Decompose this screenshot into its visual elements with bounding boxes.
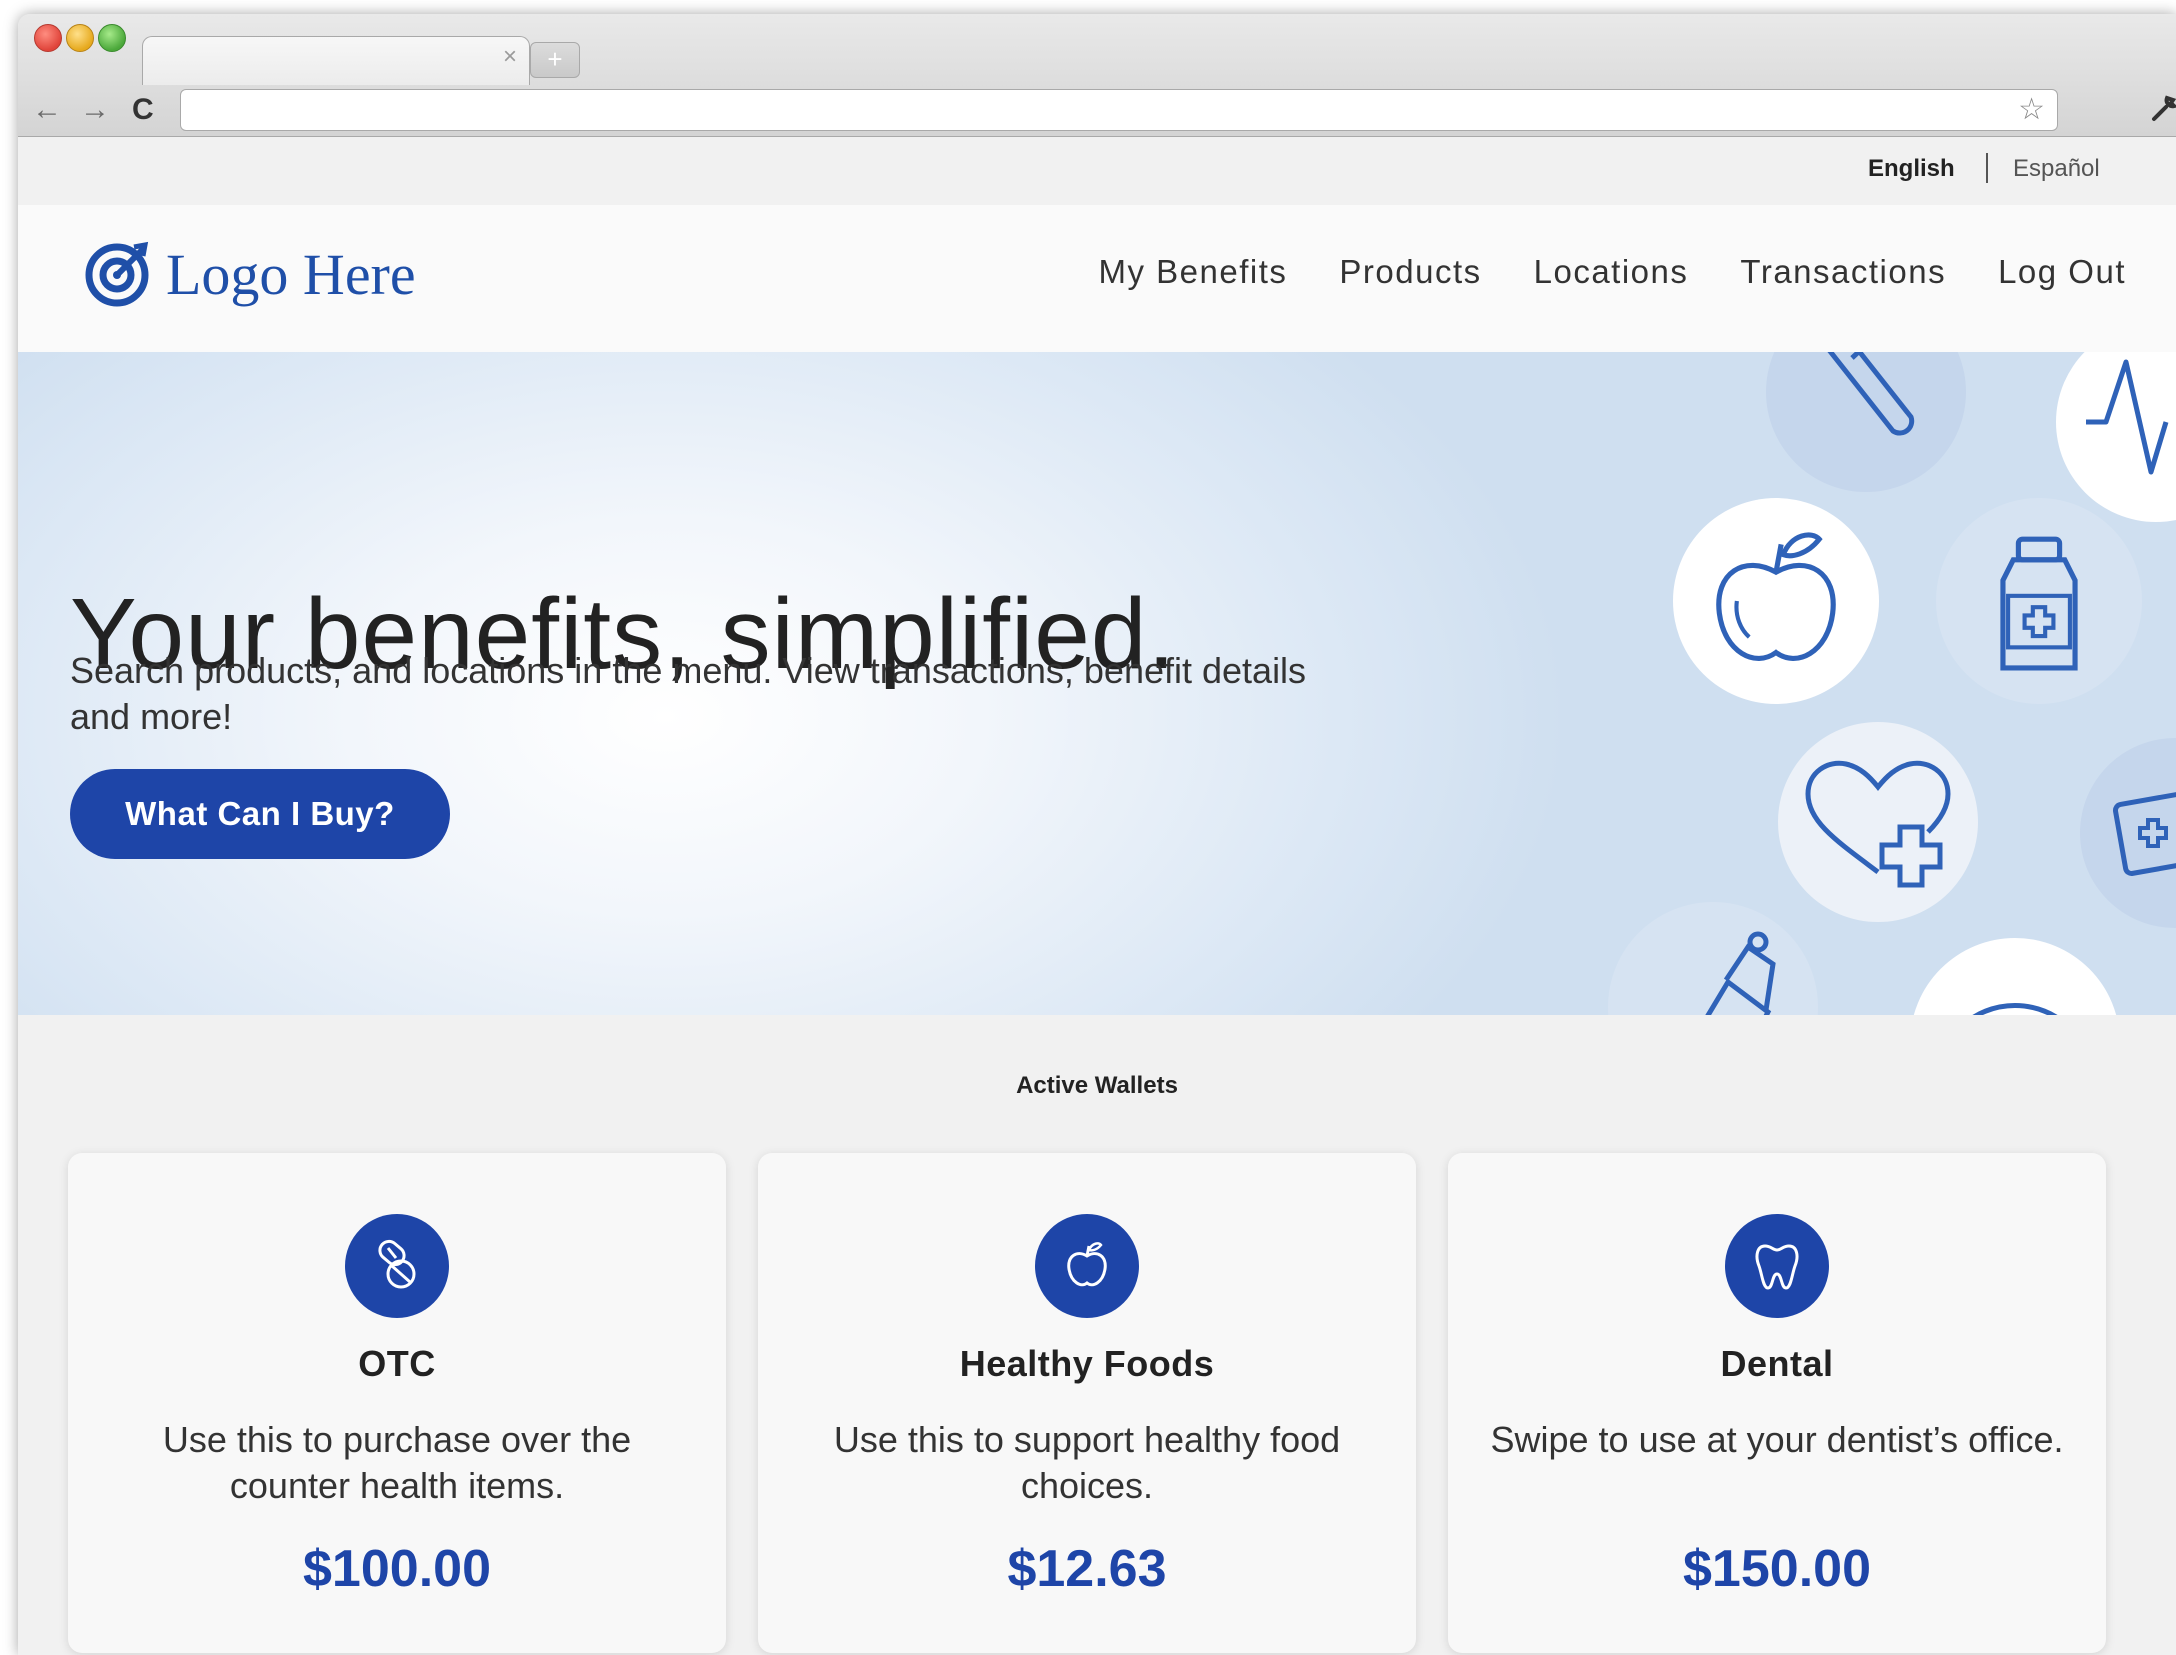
- wallet-icon-circle: [1725, 1214, 1829, 1318]
- wallet-card-dental[interactable]: Dental Swipe to use at your dentist’s of…: [1448, 1153, 2106, 1653]
- target-logo-icon: [85, 241, 149, 307]
- language-english-link[interactable]: English: [1868, 155, 1955, 183]
- web-page: English Español Logo Here My Benefits Pr…: [18, 137, 2176, 1655]
- medical-card-bubble: [2080, 738, 2176, 928]
- apple-icon: [1716, 532, 1836, 661]
- logo-text: Logo Here: [166, 241, 416, 307]
- wallet-card-otc[interactable]: OTC Use this to purchase over the counte…: [68, 1153, 726, 1653]
- thermometer-icon: [1827, 352, 1915, 436]
- hero-subtitle: Search products, and locations in the me…: [70, 650, 1307, 737]
- pills-icon: [378, 1239, 416, 1289]
- address-bar[interactable]: ☆: [180, 89, 2058, 131]
- eye-icon: [1972, 1003, 2058, 1015]
- wallet-name: Healthy Foods: [959, 1343, 1215, 1384]
- reload-icon[interactable]: C: [132, 92, 154, 128]
- nav-locations[interactable]: Locations: [1534, 253, 1689, 291]
- site-logo[interactable]: Logo Here: [82, 239, 416, 309]
- nav-log-out[interactable]: Log Out: [1998, 253, 2126, 291]
- baby-bottle-bubble: [1608, 902, 1818, 1015]
- medicine-bottle-bubble: [1936, 498, 2142, 704]
- nav-transactions[interactable]: Transactions: [1740, 253, 1946, 291]
- wallet-description: Use this to purchase over the counter he…: [162, 1419, 632, 1506]
- browser-tab[interactable]: ×: [142, 36, 530, 85]
- heartbeat-bubble: [2056, 352, 2176, 522]
- wrench-icon[interactable]: [2148, 92, 2176, 132]
- medical-card-icon: [2112, 790, 2176, 876]
- active-wallets-heading: Active Wallets: [1016, 1072, 1178, 1099]
- apple-bubble: [1673, 498, 1879, 704]
- language-divider: [1986, 153, 1988, 183]
- wallet-balance: $12.63: [1007, 1540, 1167, 1598]
- wallet-card-healthy-foods[interactable]: Healthy Foods Use this to support health…: [758, 1153, 1416, 1653]
- forward-arrow-icon[interactable]: →: [80, 92, 110, 128]
- language-spanish-link[interactable]: Español: [2013, 155, 2100, 183]
- wallet-icon-circle: [1035, 1214, 1139, 1318]
- heart-plus-icon: [1805, 760, 1951, 888]
- baby-bottle-icon: [1705, 931, 1776, 1015]
- minimize-window-button[interactable]: [66, 24, 94, 52]
- close-window-button[interactable]: [34, 24, 62, 52]
- heart-bubble: [1778, 722, 1978, 922]
- wallet-icon-circle: [345, 1214, 449, 1318]
- back-arrow-icon[interactable]: ←: [32, 92, 62, 128]
- maximize-window-button[interactable]: [98, 24, 126, 52]
- close-icon[interactable]: ×: [503, 43, 517, 71]
- browser-chrome: × + ← → C ☆: [18, 14, 2176, 137]
- wallet-name: OTC: [358, 1343, 436, 1384]
- heartbeat-icon: [2086, 359, 2169, 475]
- wallet-description: Use this to support healthy food choices…: [833, 1419, 1341, 1506]
- site-header: Logo Here My Benefits Products Locations…: [18, 205, 2176, 352]
- main-nav: My Benefits Products Locations Transacti…: [1098, 253, 2126, 291]
- bookmark-star-icon[interactable]: ☆: [2018, 92, 2045, 127]
- eye-bubble: [1910, 938, 2120, 1015]
- new-tab-button[interactable]: +: [530, 42, 580, 78]
- what-can-i-buy-button[interactable]: What Can I Buy?: [70, 769, 450, 859]
- language-bar: English Español: [18, 137, 2176, 205]
- thermometer-bubble: [1766, 352, 1966, 492]
- wallet-balance: $150.00: [1683, 1540, 1871, 1598]
- browser-window: × + ← → C ☆ English Español Logo Here My…: [18, 14, 2176, 1655]
- wallet-balance: $100.00: [303, 1540, 491, 1598]
- hero-banner: Your benefits, simplified. Search produc…: [18, 352, 2176, 1015]
- tooth-icon: [1755, 1244, 1799, 1290]
- wallet-name: Dental: [1720, 1343, 1834, 1384]
- apple-icon: [1067, 1242, 1107, 1287]
- wallet-description: Swipe to use at your dentist’s office.: [1490, 1419, 2064, 1460]
- medicine-bottle-icon: [2000, 536, 2078, 671]
- nav-my-benefits[interactable]: My Benefits: [1098, 253, 1287, 291]
- nav-products[interactable]: Products: [1339, 253, 1481, 291]
